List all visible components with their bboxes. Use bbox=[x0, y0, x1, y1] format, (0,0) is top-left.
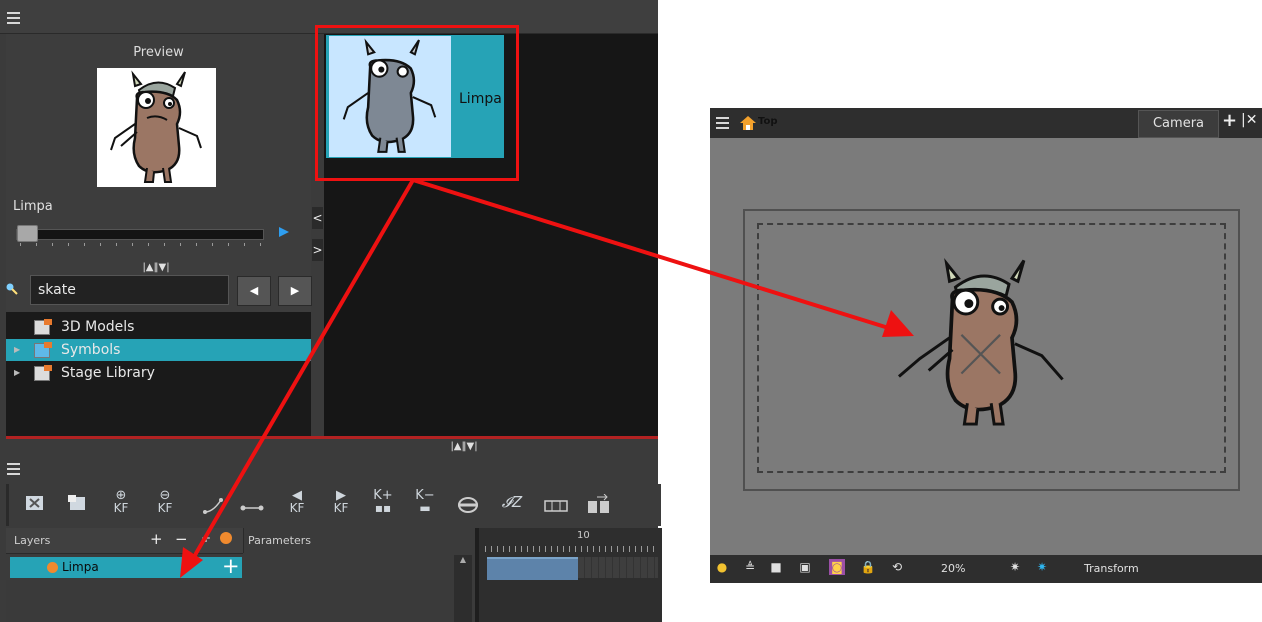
arrow-to-timeline bbox=[189, 178, 415, 564]
arrow-to-camera bbox=[412, 178, 896, 332]
arrow-to-camera-head bbox=[882, 310, 914, 337]
arrow-to-timeline-head bbox=[180, 547, 203, 578]
annotation-arrows bbox=[180, 178, 914, 578]
